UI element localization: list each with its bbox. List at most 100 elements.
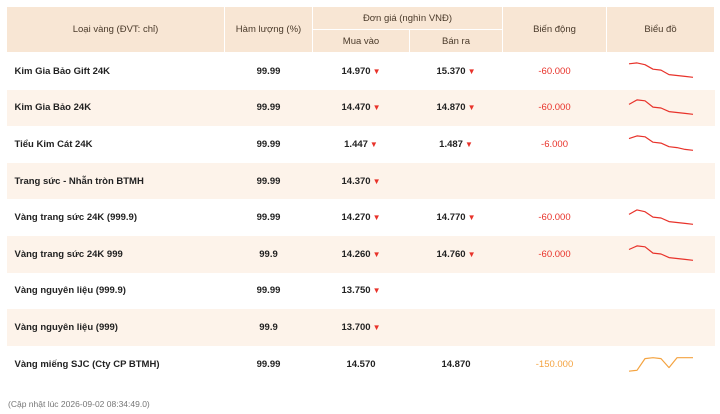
gold-type-label: Vàng miếng SJC (Cty CP BTMH) [14,358,160,370]
cell-buy: 14.370 ▼ [312,162,410,200]
table-row: Vàng nguyên liệu (999.9) 99.99 13.750 ▼ [7,273,715,310]
cell-purity: 99.99 [225,126,313,163]
sell-price: 14.870 [436,102,466,114]
down-arrow-icon: ▼ [467,213,476,223]
gold-price-panel: Loại vàng (ĐVT: chỉ) Hàm lượng (%) Đơn g… [0,0,720,414]
sell-price: 14.770 [436,212,466,224]
purity-value: 99.99 [256,138,281,150]
gold-type-label: Kim Gia Bảo Gift 24K [14,65,111,77]
cell-change: -60.000 [502,235,607,273]
cell-chart [606,162,715,200]
cell-name: Vàng trang sức 24K 999 [6,235,225,273]
trend-sparkline [628,245,693,262]
cell-purity: 99.99 [225,273,313,310]
cell-purity: 99.99 [225,199,313,236]
cell-change [503,273,607,310]
cell-buy: 14.970 ▼ [313,53,410,90]
purity-value: 99.99 [256,212,281,224]
table-row: Vàng nguyên liệu (999) 99.9 13.700 ▼ [6,309,715,346]
buy-price: 13.750 [341,285,371,297]
cell-sell: 14.770 ▼ [410,199,503,236]
gold-type-label: Vàng nguyên liệu (999) [14,321,118,333]
table-row: Vàng trang sức 24K (999.9) 99.99 14.270 ▼ 14… [7,199,715,236]
cell-purity: 99.99 [224,89,313,127]
cell-name: Vàng trang sức 24K (999.9) [7,199,225,236]
down-arrow-icon: ▼ [372,66,381,76]
cell-chart [607,53,715,90]
cell-sell: 14.870 [410,346,503,383]
trend-line [628,99,693,115]
cell-sell [409,162,503,200]
buy-price: 14.570 [346,358,376,370]
cell-name: Kim Gia Bảo Gift 24K [7,53,225,90]
down-arrow-icon: ▼ [372,103,381,113]
down-arrow-icon: ▼ [369,139,378,149]
change-value: -6.000 [541,138,568,150]
trend-sparkline [628,357,693,372]
trend-line [628,208,693,225]
cell-name: Tiểu Kim Cát 24K [7,126,225,163]
trend-sparkline [628,135,693,152]
header-change: Biến động [502,6,608,53]
trend-sparkline [628,208,693,225]
gold-type-label: Vàng trang sức 24K 999 [14,248,123,260]
down-arrow-icon: ▼ [467,66,476,76]
buy-price: 1.447 [344,138,368,150]
sell-price: 15.370 [436,65,466,77]
header-price-group: Đơn giá (nghìn VNĐ) [311,6,504,30]
purity-value: 99.99 [256,285,281,297]
change-value: -60.000 [538,102,571,114]
header-name: Loại vàng (ĐVT: chỉ) [6,6,225,53]
change-value: -60.000 [538,248,571,260]
cell-name: Vàng nguyên liệu (999.9) [7,273,225,310]
sell-price: 14.870 [441,358,471,370]
cell-purity: 99.99 [225,53,313,90]
cell-chart [606,309,715,346]
cell-sell: 1.487 ▼ [410,126,503,163]
table-row: Trang sức - Nhẫn tròn BTMH 99.99 14.370 ▼ [6,162,715,200]
cell-change: -6.000 [503,126,607,163]
cell-purity: 99.99 [224,162,313,200]
cell-change [502,162,607,200]
cell-sell: 15.370 ▼ [410,53,503,90]
purity-value: 99.9 [259,248,278,260]
down-arrow-icon: ▼ [467,103,476,113]
down-arrow-icon: ▼ [467,249,476,259]
cell-sell [409,309,503,346]
gold-type-label: Kim Gia Bảo 24K [14,102,92,114]
trend-sparkline [628,99,693,115]
cell-sell: 14.870 ▼ [409,89,503,127]
buy-price: 14.260 [341,248,371,260]
sell-price: 1.487 [439,138,463,150]
cell-buy: 14.470 ▼ [312,89,410,127]
cell-sell: 14.760 ▼ [409,235,503,273]
cell-purity: 99.9 [224,235,313,273]
trend-line [628,62,693,79]
table-row: Kim Gia Bảo 24K 99.99 14.470 ▼ 14.870 ▼ -60.00… [6,89,715,127]
cell-change [502,309,607,346]
header-sell: Bán ra [408,29,504,53]
cell-sell [410,273,503,310]
header-purity: Hàm lượng (%) [224,6,313,53]
gold-price-table: Loại vàng (ĐVT: chỉ) Hàm lượng (%) Đơn g… [6,6,716,383]
cell-chart [606,89,715,127]
cell-purity: 99.99 [225,346,313,383]
cell-chart [607,126,715,163]
purity-value: 99.99 [256,65,281,77]
cell-change: -150.000 [503,346,607,383]
cell-chart [607,346,715,383]
gold-type-label: Tiểu Kim Cát 24K [14,138,93,150]
purity-value: 99.9 [259,321,278,333]
purity-value: 99.99 [256,175,281,187]
cell-name: Trang sức - Nhẫn tròn BTMH [6,162,225,200]
trend-line [628,135,693,152]
down-arrow-icon: ▼ [372,286,381,296]
sell-price: 14.760 [436,248,466,260]
down-arrow-icon: ▼ [464,139,473,149]
change-value: -60.000 [538,65,571,77]
cell-change: -60.000 [503,53,607,90]
cell-buy: 1.447 ▼ [313,126,410,163]
down-arrow-icon: ▼ [372,213,381,223]
buy-price: 14.370 [341,175,371,187]
cell-chart [607,199,715,236]
